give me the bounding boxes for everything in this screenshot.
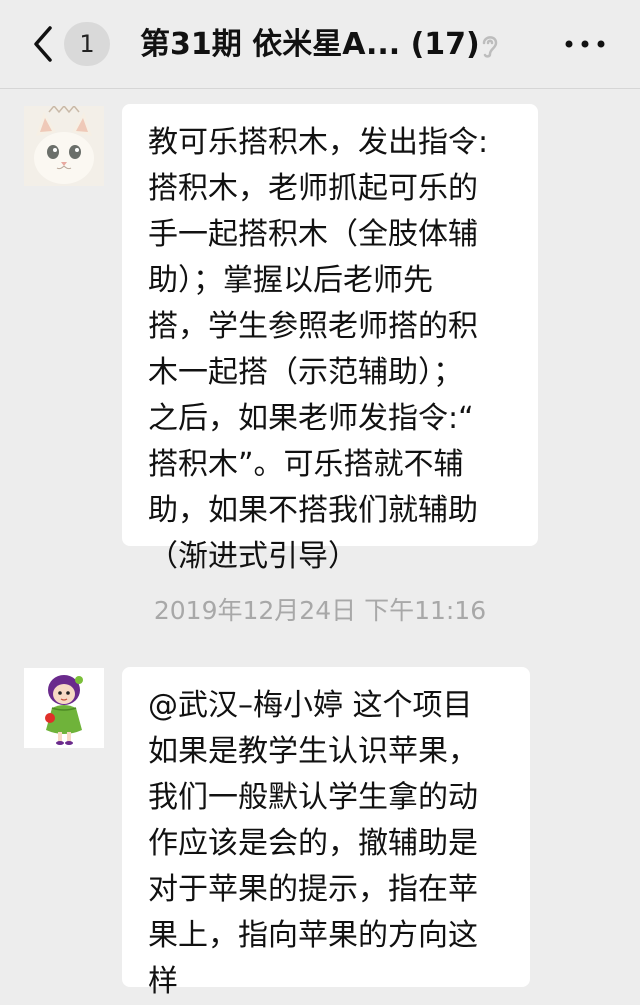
message-line: 搭积木，老师抓起可乐的 (148, 171, 478, 206)
message-line: 助，如果不搭我们就辅助 (148, 493, 478, 528)
message-line: 如果是教学生认识苹果， (148, 734, 478, 769)
message-bubble[interactable]: @武汉–梅小婷 这个项目 如果是教学生认识苹果， 我们一般默认学生拿的动 作应该… (122, 667, 530, 999)
message-line: 木一起搭（示范辅助）； (148, 355, 463, 390)
chevron-left-icon[interactable] (28, 22, 58, 66)
message-line: 教可乐搭积木，发出指令: (148, 125, 489, 160)
cartoon-girl-avatar[interactable] (24, 668, 104, 748)
more-dots-icon[interactable] (563, 34, 607, 54)
message-line: （渐进式引导） (148, 539, 358, 574)
message-bubble[interactable]: 教可乐搭积木，发出指令: 搭积木，老师抓起可乐的 手一起搭积木（全肢体辅 助）；… (122, 104, 538, 574)
message-line: 搭，学生参照老师搭的积 (148, 309, 478, 344)
chat-header: 1 第31期 依米星A... (17) (0, 0, 640, 89)
message-line: 之后，如果老师发指令:“ (148, 401, 474, 436)
chat-title: 第31期 依米星A... (17) (140, 27, 480, 62)
message-line: 我们一般默认学生拿的动 (148, 780, 478, 815)
cat-avatar-image (24, 106, 104, 186)
unread-count-badge[interactable]: 1 (64, 22, 110, 66)
message-line: 样 (148, 964, 178, 999)
message-line: 手一起搭积木（全肢体辅 (148, 217, 478, 252)
cartoon-girl-avatar-image (24, 668, 104, 748)
message-timestamp: 2019年12月24日 下午11:16 (153, 596, 487, 625)
message-line: 助）；掌握以后老师先 (148, 263, 433, 298)
ear-icon (482, 36, 498, 58)
message-line: 作应该是会的，撤辅助是 (148, 826, 478, 861)
cat-avatar[interactable] (24, 106, 104, 186)
message-line: @武汉–梅小婷 这个项目 (148, 688, 473, 723)
message-line: 果上，指向苹果的方向这 (148, 918, 478, 953)
message-line: 对于苹果的提示，指在苹 (148, 872, 478, 907)
message-line: 搭积木”。可乐搭就不辅 (148, 447, 464, 482)
